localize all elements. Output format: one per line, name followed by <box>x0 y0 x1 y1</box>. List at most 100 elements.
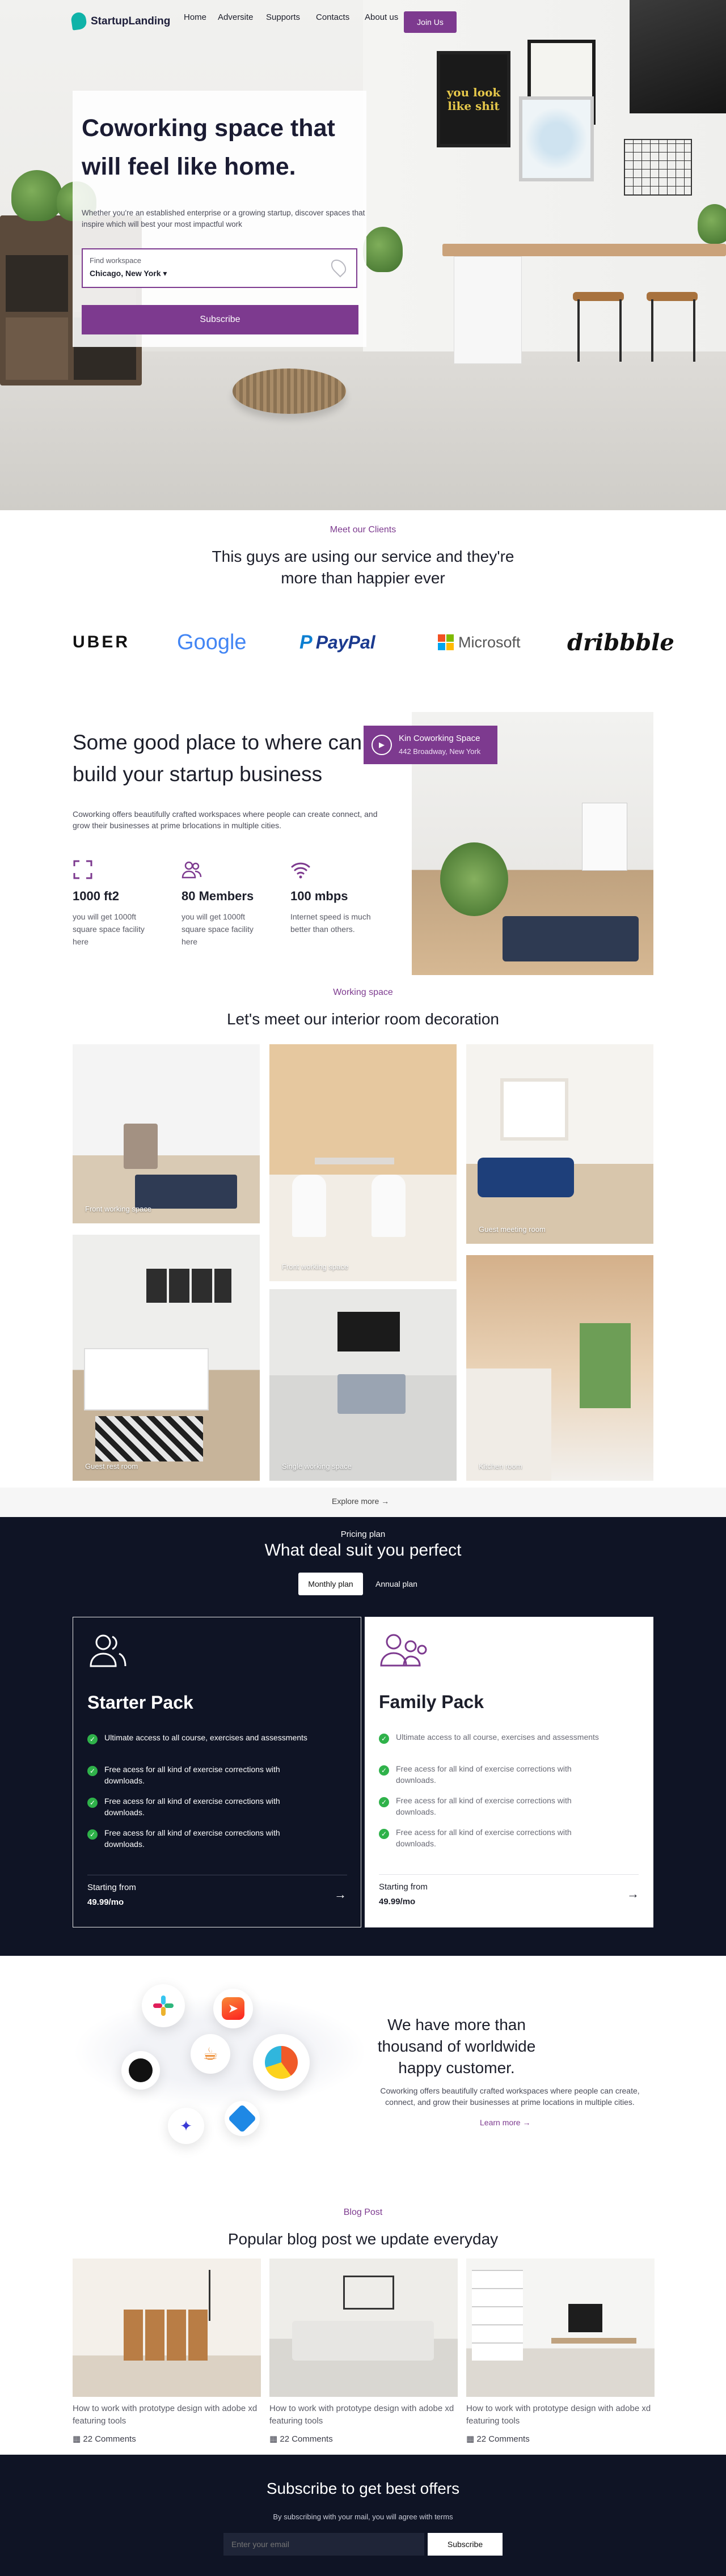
members-icon <box>182 861 202 879</box>
stool <box>647 292 698 301</box>
check-icon: ✓ <box>379 1734 389 1744</box>
email-input[interactable] <box>223 2533 424 2556</box>
java-icon: ☕ <box>191 2034 230 2074</box>
plan-feature: ✓ Free acess for all kind of exercise cor… <box>379 1795 606 1817</box>
blog-eyebrow: Blog Post <box>343 2208 383 2217</box>
workspace-search[interactable]: Find workspace Chicago, New York ▾ <box>82 248 357 288</box>
room-photo[interactable]: Kitchen room <box>466 1255 653 1481</box>
blog-post-title[interactable]: How to work with prototype design with a… <box>73 2403 260 2427</box>
arrow-right-icon[interactable]: → <box>627 1887 639 1901</box>
plan-name: Starter Pack <box>87 1692 193 1713</box>
explore-more-link[interactable]: Explore more → <box>332 1497 389 1506</box>
pricing-title: What deal suit you perfect <box>264 1541 462 1560</box>
room-photo[interactable]: Guest rest room <box>73 1235 260 1481</box>
client-logo-dribbble: dribbble <box>567 629 674 656</box>
nav-link-home[interactable]: Home <box>184 12 206 22</box>
gallery-title: Let's meet our interior room decoration <box>226 1010 500 1028</box>
room-caption: Front working space <box>282 1262 349 1271</box>
plan-price: 49.99/mo <box>87 1897 124 1907</box>
blog-title: Popular blog post we update everyday <box>227 2230 499 2248</box>
location-value: Chicago, New York <box>90 269 161 278</box>
stat-speed-desc: Internet speed is much better than other… <box>290 912 371 934</box>
toggle-monthly[interactable]: Monthly plan <box>298 1573 363 1595</box>
plan-card-starter[interactable]: Starter Pack ✓ Ultimate access to all cou… <box>73 1617 361 1927</box>
swift-icon: ➤ <box>213 1989 253 2028</box>
plant-image <box>11 170 62 221</box>
hero-card: Coworking space that will feel like home… <box>73 91 366 347</box>
room-photo[interactable]: Front working space <box>269 1044 457 1281</box>
plan-feature: ✓ Free acess for all kind of exercise cor… <box>87 1827 314 1850</box>
subscribe-button[interactable]: Subscribe <box>428 2533 503 2556</box>
play-icon[interactable]: ▶ <box>372 735 392 755</box>
hero-cabinet <box>454 256 522 364</box>
join-button[interactable]: Join Us <box>404 11 457 33</box>
arrow-right-icon[interactable]: → <box>334 1887 347 1902</box>
expand-icon <box>73 860 92 879</box>
hero-title: Coworking space that will feel like home… <box>82 115 335 180</box>
comment-icon: ▦ <box>466 2434 475 2444</box>
comment-icon: ▦ <box>73 2434 81 2444</box>
pouf-image <box>233 368 346 414</box>
room-photo[interactable]: Single working space <box>269 1289 457 1481</box>
wire-grid <box>624 139 692 196</box>
room-photo[interactable]: Guest meeting room <box>466 1044 653 1244</box>
stat-area-value: 1000 ft2 <box>73 889 119 903</box>
plan-feature: ✓ Ultimate access to all course, exercise… <box>87 1732 314 1744</box>
room-caption: Front working space <box>85 1205 152 1213</box>
plan-feature: ✓ Ultimate access to all course, exercise… <box>379 1731 606 1744</box>
location-card[interactable]: ▶ Kin Coworking Space 442 Broadway, New … <box>364 726 497 764</box>
stat-area-desc: you will get 1000ft square space facilit… <box>73 912 145 946</box>
location-name: Kin Coworking Space <box>399 734 480 743</box>
nav-link-about[interactable]: About us <box>365 12 398 22</box>
blog-image[interactable] <box>73 2259 261 2397</box>
blog-image[interactable] <box>466 2259 655 2397</box>
plan-feature: ✓ Free acess for all kind of exercise cor… <box>379 1827 606 1849</box>
navbar: StartupLanding Home Adversite Supports C… <box>0 0 726 41</box>
nav-link-adversite[interactable]: Adversite <box>218 12 254 22</box>
comment-icon: ▦ <box>269 2434 278 2444</box>
clients-title: This guys are using our service and they… <box>212 548 514 587</box>
blog-post-title[interactable]: How to work with prototype design with a… <box>269 2403 457 2427</box>
poster-frame: you look like shit <box>437 51 510 147</box>
gallery-eyebrow: Working space <box>333 988 393 997</box>
hero-section: you look like shit StartupLanding Home A… <box>0 0 726 510</box>
chevron-app-icon <box>225 2101 260 2136</box>
toggle-annual[interactable]: Annual plan <box>366 1573 427 1595</box>
customers-title: We have more than thousand of worldwide … <box>377 2016 536 2077</box>
learn-more-link[interactable]: Learn more → <box>480 2118 530 2127</box>
github-icon <box>121 2051 160 2090</box>
stat-members-desc: you will get 1000ft square space facilit… <box>182 912 254 946</box>
logo-icon[interactable] <box>70 11 87 31</box>
chevron-down-icon: ▾ <box>163 269 167 278</box>
blog-post-title[interactable]: How to work with prototype design with a… <box>466 2403 653 2427</box>
clients-eyebrow: Meet our Clients <box>330 525 396 535</box>
explore-bar: Explore more → <box>0 1488 726 1517</box>
subscribe-title: Subscribe to get best offers <box>266 2480 460 2497</box>
location-select[interactable]: Chicago, New York ▾ <box>90 269 167 278</box>
client-logo-uber: UBER <box>73 633 130 651</box>
room-photo[interactable]: Front working space <box>73 1044 260 1223</box>
stool <box>573 292 624 301</box>
microsoft-icon <box>438 634 454 650</box>
blog-comments: ▦ 22 Comments <box>466 2434 530 2444</box>
poster-text: you look like shit <box>440 54 507 144</box>
hero-subtitle: Whether you're an established enterprise… <box>82 209 365 228</box>
plan-name: Family Pack <box>379 1692 484 1712</box>
room-caption: Guest rest room <box>85 1462 138 1471</box>
nav-link-contacts[interactable]: Contacts <box>316 12 349 22</box>
plan-feature: ✓ Free acess for all kind of exercise cor… <box>87 1764 314 1786</box>
startup-description: Coworking offers beautifully crafted wor… <box>73 810 378 830</box>
customers-description: Coworking offers beautifully crafted wor… <box>380 2086 640 2107</box>
blog-image[interactable] <box>269 2259 458 2397</box>
hero-subscribe-button[interactable]: Subscribe <box>82 305 358 334</box>
plan-card-family[interactable]: Family Pack ✓ Ultimate access to all cour… <box>365 1617 653 1927</box>
paypal-icon: P <box>299 631 313 653</box>
location-address: 442 Broadway, New York <box>399 747 481 756</box>
check-icon: ✓ <box>379 1829 389 1839</box>
blog-comments: ▦ 22 Comments <box>73 2434 136 2444</box>
room-caption: Single working space <box>282 1462 352 1471</box>
location-pin-icon <box>328 256 349 278</box>
nav-link-supports[interactable]: Supports <box>266 12 300 22</box>
logo-text[interactable]: StartupLanding <box>91 15 170 28</box>
stat-members-value: 80 Members <box>182 889 254 903</box>
